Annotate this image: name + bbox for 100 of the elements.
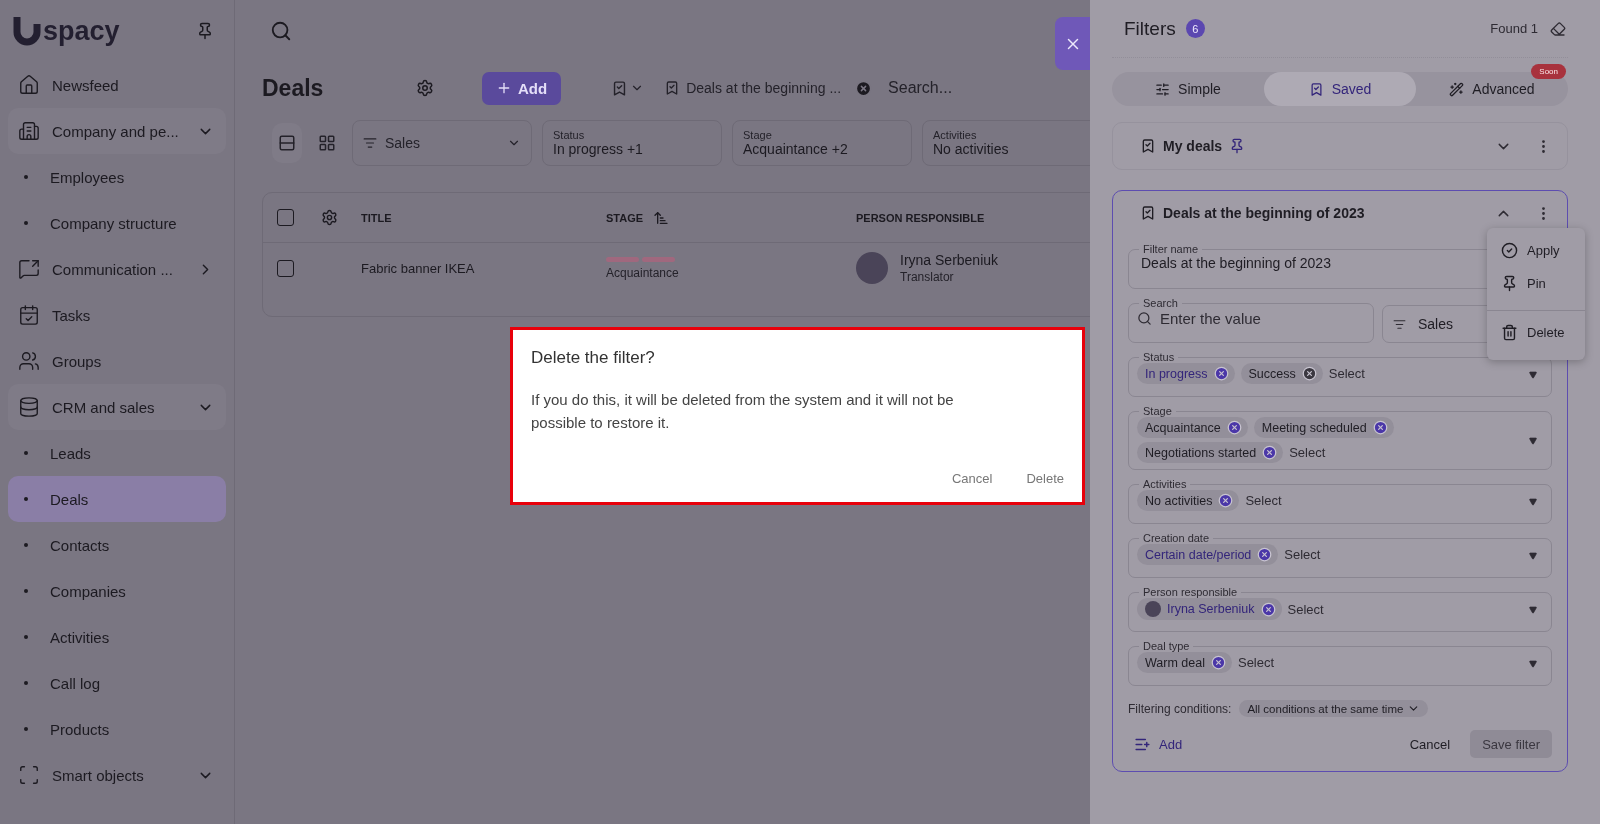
filter-select[interactable]: Status In progress +1 <box>542 120 722 166</box>
clear-icon[interactable] <box>1213 366 1229 381</box>
column-header: TITLE <box>361 211 393 224</box>
tab[interactable]: Simple <box>1112 72 1264 106</box>
sidebar-item[interactable]: Company and pe... <box>8 108 226 154</box>
table-cell-text: Fabric banner IKEA <box>361 260 476 276</box>
list-view-button[interactable] <box>272 123 302 163</box>
filter-icon <box>363 136 377 150</box>
dropdown-icon[interactable] <box>1529 437 1537 445</box>
chip: Success <box>1240 363 1323 384</box>
sidebar-item[interactable]: Companies <box>8 568 226 614</box>
chip: Meeting scheduled <box>1253 417 1394 438</box>
search-field[interactable]: Search Enter the value <box>1128 297 1374 343</box>
search-icon[interactable] <box>270 20 292 42</box>
plus-icon <box>496 80 512 96</box>
sidebar-item[interactable]: Contacts <box>8 522 226 568</box>
filter-select[interactable]: Stage Acquaintance +2 <box>732 120 912 166</box>
search-input[interactable]: Enter the value <box>1158 309 1337 328</box>
pipeline-select[interactable]: Sales <box>352 120 532 166</box>
settings-icon[interactable] <box>321 209 338 226</box>
search-icon <box>1137 311 1152 326</box>
clear-icon[interactable] <box>1260 601 1276 617</box>
dropdown-icon[interactable] <box>1529 370 1537 379</box>
multi-select-field[interactable]: Creation date Certain date/period Select <box>1128 532 1552 578</box>
checkbox[interactable] <box>277 259 294 277</box>
bullet-icon <box>24 589 28 593</box>
chip: In progress <box>1137 363 1235 384</box>
checkbox[interactable] <box>277 209 294 226</box>
add-button[interactable]: Add <box>482 71 562 105</box>
check-circle-icon <box>1501 242 1518 259</box>
clear-icon[interactable] <box>1210 655 1226 670</box>
dropdown-icon[interactable] <box>1529 606 1537 614</box>
clear-icon[interactable] <box>1218 493 1234 508</box>
sort-icon[interactable] <box>653 209 670 226</box>
filter-label: Status <box>553 129 586 141</box>
sidebar-item[interactable]: Leads <box>8 430 226 476</box>
stage-text: Acquaintance <box>606 265 680 280</box>
person-role: Translator <box>900 270 955 284</box>
dropdown-icon[interactable] <box>1529 551 1537 560</box>
sliders-icon <box>1155 81 1171 97</box>
cancel-button[interactable]: Cancel <box>1403 735 1457 753</box>
bullet-icon <box>24 497 28 501</box>
add-button[interactable]: Add <box>1128 734 1189 754</box>
avatar <box>856 252 888 284</box>
sidebar-item[interactable]: Groups <box>8 338 226 384</box>
bullet-icon <box>24 543 28 547</box>
sidebar-item[interactable]: Smart objects <box>8 752 226 798</box>
column-header[interactable]: STAGE <box>606 211 644 224</box>
column-header: PERSON RESPONSIBLE <box>856 211 986 224</box>
bookmark-icon <box>1308 81 1324 97</box>
saved-filter-name: My deals <box>1163 138 1223 154</box>
cancel-button[interactable]: Cancel <box>951 471 993 486</box>
sidebar-item[interactable]: Company structure <box>8 200 226 246</box>
pin-icon[interactable] <box>196 22 214 40</box>
sidebar-item[interactable]: Activities <box>8 614 226 660</box>
sidebar-item[interactable]: CRM and sales <box>8 384 226 430</box>
multi-select-field[interactable]: Deal type Warm deal Select <box>1128 640 1552 686</box>
bullet-icon <box>24 221 28 225</box>
multi-select-field[interactable]: Person responsible Iryna Serbeniuk Select <box>1128 586 1552 632</box>
sidebar-item[interactable]: Tasks <box>8 292 226 338</box>
settings-icon[interactable] <box>416 79 434 97</box>
rows-icon <box>278 134 296 152</box>
sidebar-item[interactable]: Products <box>8 706 226 752</box>
bullet-icon <box>24 635 28 639</box>
clear-icon[interactable] <box>1262 445 1278 460</box>
avatar <box>1145 601 1161 617</box>
dropdown-icon[interactable] <box>1529 497 1537 506</box>
tab[interactable]: Saved <box>1264 72 1416 106</box>
dropdown-icon[interactable] <box>1529 659 1537 668</box>
bullet-icon <box>24 727 28 731</box>
magic-wand-icon <box>1449 81 1465 97</box>
chip: Negotiations started <box>1137 442 1284 463</box>
delete-button[interactable]: Delete <box>1026 471 1064 486</box>
dialog-title: Delete the filter? <box>531 348 656 368</box>
clear-icon[interactable] <box>1226 420 1242 435</box>
chip: Warm deal <box>1137 652 1232 673</box>
sidebar-item[interactable]: Employees <box>8 154 226 200</box>
search-field[interactable]: Search... <box>886 78 1047 98</box>
saved-filter-chip[interactable]: Deals at the beginning ... <box>686 80 842 96</box>
sidebar-item[interactable]: Deals <box>8 476 226 522</box>
chip: Certain date/period <box>1137 544 1279 565</box>
sidebar-item[interactable]: Call log <box>8 660 226 706</box>
clear-icon[interactable] <box>1301 366 1317 381</box>
conditions-select[interactable]: All conditions at the same time <box>1239 700 1429 717</box>
multi-select-field[interactable]: Activities No activities Select <box>1128 478 1552 524</box>
clear-icon[interactable] <box>855 79 873 97</box>
filter-value: No activities <box>933 141 1010 157</box>
saved-filter-name: Deals at the beginning of 2023 <box>1163 205 1365 221</box>
found-count: Found 1 <box>1490 21 1538 36</box>
trash-icon <box>1501 324 1518 341</box>
sidebar-item[interactable]: Newsfeed <box>8 62 226 108</box>
bookmark-icon <box>1140 205 1156 221</box>
stage-bar-drawing <box>606 256 676 262</box>
chip: No activities <box>1137 490 1240 511</box>
multi-select-field[interactable]: Stage Acquaintance Meeting scheduled Negotiations started Select <box>1128 405 1552 470</box>
filter-value: Acquaintance +2 <box>743 141 849 157</box>
soon-badge: Soon <box>1531 64 1566 79</box>
clear-icon[interactable] <box>1257 547 1273 562</box>
sidebar-item[interactable]: Communication ... <box>8 246 226 292</box>
clear-icon[interactable] <box>1372 420 1388 435</box>
